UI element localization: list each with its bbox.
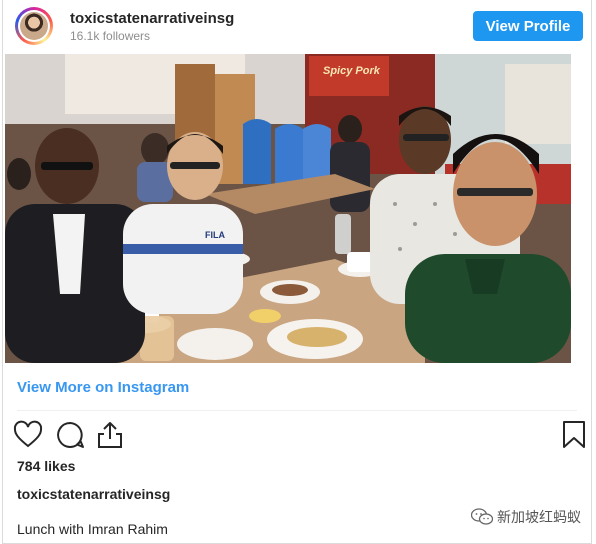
restaurant-sign: Spicy Pork — [323, 65, 381, 77]
heart-icon[interactable] — [13, 420, 43, 450]
share-icon[interactable] — [95, 420, 125, 450]
follower-count: 16.1k followers — [70, 29, 151, 43]
profile-username[interactable]: toxicstatenarrativeinsg — [70, 10, 234, 27]
post-photo[interactable]: Spicy Pork FILA — [5, 54, 571, 363]
post-header: toxicstatenarrativeinsg 16.1k followers … — [3, 0, 591, 52]
instagram-embed-card: toxicstatenarrativeinsg 16.1k followers … — [2, 0, 592, 544]
like-count[interactable]: 784 likes — [17, 458, 75, 474]
watermark: 新加坡红蚂蚁 — [471, 507, 581, 527]
svg-text:FILA: FILA — [205, 230, 225, 240]
bookmark-icon[interactable] — [559, 420, 589, 450]
action-bar — [13, 420, 585, 450]
watermark-text: 新加坡红蚂蚁 — [497, 510, 581, 526]
comment-icon[interactable] — [55, 420, 85, 450]
wechat-icon — [471, 508, 493, 525]
post-caption: Lunch with Imran Rahim — [17, 521, 168, 537]
profile-avatar[interactable] — [15, 7, 53, 45]
divider — [17, 410, 577, 411]
view-more-on-instagram-link[interactable]: View More on Instagram — [17, 379, 189, 396]
view-profile-button[interactable]: View Profile — [473, 11, 583, 41]
caption-username[interactable]: toxicstatenarrativeinsg — [17, 486, 170, 502]
